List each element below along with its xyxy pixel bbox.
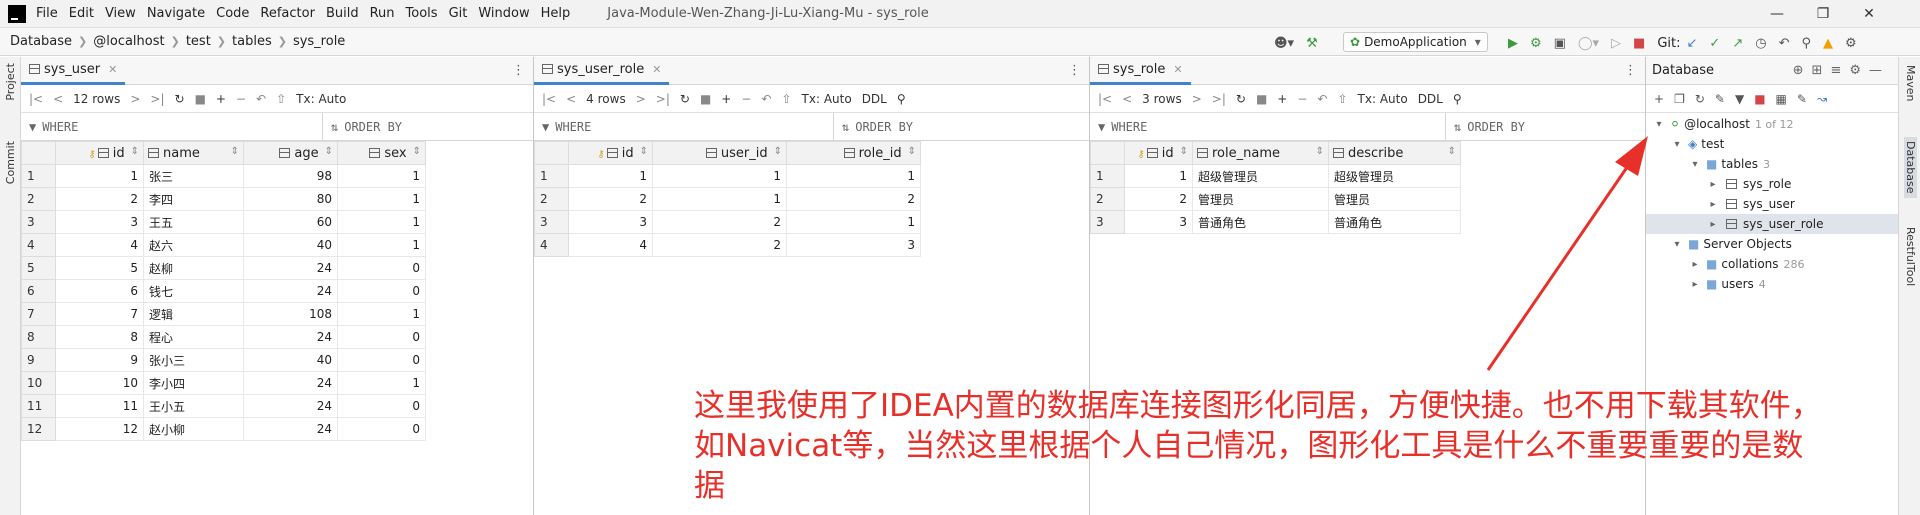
arrow-head-icon [1615, 136, 1648, 176]
annotation-text: 这里我使用了IDEA内置的数据库连接图形化同居，方便快捷。也不用下载其软件，如N… [694, 388, 1822, 504]
arrow-shaft [1486, 159, 1634, 371]
